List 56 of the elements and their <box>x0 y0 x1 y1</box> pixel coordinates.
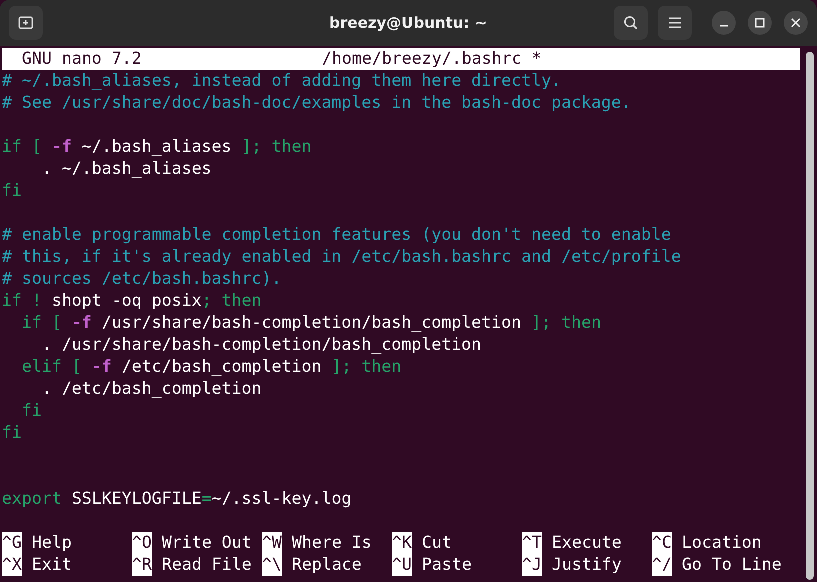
code-line: # enable programmable completion features (you don't need to enable <box>2 224 672 246</box>
scrollbar[interactable] <box>806 52 814 580</box>
shortcut-key: ^T <box>522 532 542 554</box>
code-line: # sources /etc/bash.bashrc). <box>2 268 283 290</box>
file-name: /home/breezy/.bashrc * <box>322 48 542 70</box>
shortcut-key: ^C <box>652 532 672 554</box>
code-line: if [ -f ~/.bash_aliases ]; then <box>2 136 313 158</box>
code-line: # ~/.bash_aliases, instead of adding them here directly. <box>2 70 562 92</box>
menu-icon <box>668 17 682 29</box>
shortcut-label: Execute <box>552 532 622 554</box>
close-button[interactable] <box>784 11 808 35</box>
shortcut-key: ^X <box>2 554 22 576</box>
code-line: fi <box>20 400 43 422</box>
new-tab-icon <box>18 15 34 31</box>
shortcut-label: Cut <box>422 532 452 554</box>
shortcut-key: ^K <box>392 532 412 554</box>
shortcut-label: Help <box>32 532 72 554</box>
code-line: fi <box>2 180 23 202</box>
shortcut-key: ^/ <box>652 554 672 576</box>
search-button[interactable] <box>614 6 648 40</box>
shortcut-label: Justify <box>552 554 622 576</box>
shortcut-key: ^O <box>132 532 152 554</box>
code-line: # See /usr/share/doc/bash-doc/examples in the bash-doc package. <box>2 92 632 114</box>
code-line: if ! shopt -oq posix; then <box>2 290 263 312</box>
menu-button[interactable] <box>658 6 692 40</box>
shortcut-key: ^\ <box>262 554 282 576</box>
window-title: breezy@Ubuntu: ~ <box>330 14 488 32</box>
shortcut-label: Write Out <box>162 532 252 554</box>
shortcut-key: ^G <box>2 532 22 554</box>
shortcut-label: Go To Line <box>682 554 782 576</box>
shortcut-label: Read File <box>162 554 252 576</box>
code-line: if [ -f /usr/share/bash-completion/bash_completion ]; then <box>20 312 602 334</box>
shortcut-key: ^J <box>522 554 542 576</box>
shortcut-label: Location <box>682 532 762 554</box>
code-line: fi <box>2 422 23 444</box>
minimize-icon <box>719 25 729 27</box>
close-icon <box>791 18 801 28</box>
code-line: . /usr/share/bash-completion/bash_completion <box>40 334 483 356</box>
code-line: export SSLKEYLOGFILE=~/.ssl-key.log <box>2 488 353 510</box>
maximize-icon <box>755 18 765 28</box>
code-line: . ~/.bash_aliases <box>40 158 213 180</box>
code-line: # this, if it's already enabled in /etc/bash.bashrc and /etc/profile <box>2 246 682 268</box>
shortcut-key: ^U <box>392 554 412 576</box>
shortcut-label: Exit <box>32 554 72 576</box>
minimize-button[interactable] <box>712 11 736 35</box>
shortcut-label: Replace <box>292 554 362 576</box>
code-line: elif [ -f /etc/bash_completion ]; then <box>20 356 403 378</box>
search-icon <box>623 15 639 31</box>
shortcut-key: ^R <box>132 554 152 576</box>
shortcut-label: Where Is <box>292 532 372 554</box>
shortcut-key: ^W <box>262 532 282 554</box>
code-line: . /etc/bash_completion <box>40 378 263 400</box>
nano-version: GNU nano 7.2 <box>21 48 143 70</box>
maximize-button[interactable] <box>748 11 772 35</box>
shortcut-label: Paste <box>422 554 472 576</box>
new-tab-button[interactable] <box>9 6 43 40</box>
